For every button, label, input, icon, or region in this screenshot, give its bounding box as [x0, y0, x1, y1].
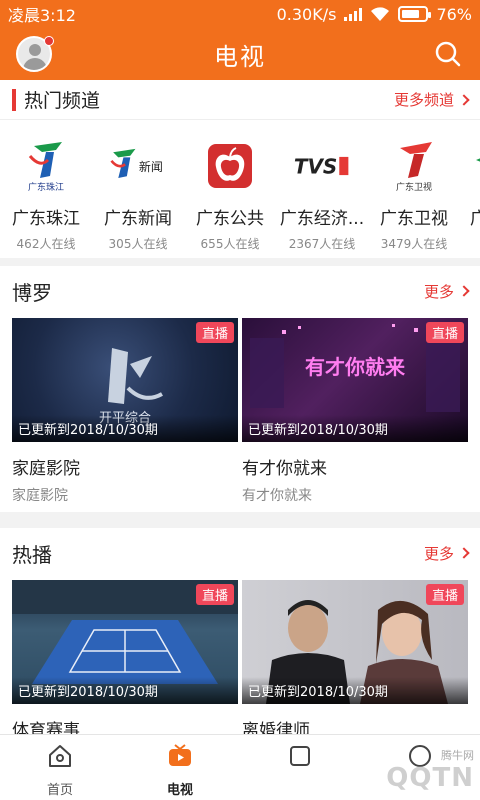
channel-name: 广东经济... — [279, 209, 365, 229]
update-label: 已更新到2018/10/30期 — [242, 415, 468, 442]
channel-item-news[interactable]: 新闻 广东新闻 305人在线 — [92, 132, 184, 252]
card-family-cinema[interactable]: 开平综合 直播 已更新到2018/10/30期 家庭影院 家庭影院 — [12, 318, 238, 505]
channel-viewers: 655人在线 — [200, 237, 260, 251]
thumbnail: 直播 已更新到2018/10/30期 — [242, 580, 468, 704]
channel-viewers: 2367人在线 — [288, 237, 356, 251]
nav-home-label: 首页 — [46, 783, 73, 798]
tvs-logo-text: TVS — [294, 154, 338, 178]
app-bar: 电视 — [0, 28, 480, 80]
bottom-nav: 首页 电视 腾牛网 QQTN — [0, 734, 480, 800]
section-marker — [12, 88, 16, 111]
channel-viewers: 462人在线 — [16, 237, 76, 251]
news-logo-text: 新闻 — [139, 159, 163, 174]
card-subtitle: 有才你就来 — [242, 488, 312, 504]
more-channels-label: 更多频道 — [393, 91, 454, 109]
channel-name: 广东公共 — [196, 209, 264, 229]
network-speed: 0.30K/s — [276, 4, 337, 24]
card-divorce-lawyer[interactable]: 直播 已更新到2018/10/30期 离婚律师 — [242, 580, 468, 741]
channel-name: 广东珠江 — [12, 209, 80, 229]
notification-dot — [44, 36, 54, 46]
hot-channels-header: 热门频道 更多频道 — [0, 80, 480, 120]
wifi-icon — [371, 7, 390, 21]
apple-logo — [200, 138, 260, 194]
hot-play-section: 热播 更多 直播 已更新到2018/10/30期 体育赛事 直播 已更新到201… — [0, 528, 480, 741]
hot-channels-section: 热门频道 更多频道 广东珠江 广东珠江 462人在线 新闻 广东新闻 305人在… — [0, 80, 480, 258]
tvs-logo: TVS — [292, 138, 352, 194]
live-badge: 直播 — [425, 584, 464, 605]
live-badge: 直播 — [195, 322, 234, 343]
hot-channels-title: 热门频道 — [24, 90, 101, 112]
thumbnail: 开平综合 直播 已更新到2018/10/30期 — [12, 318, 238, 442]
chevron-right-icon — [458, 285, 470, 297]
status-right: 0.30K/s 76% — [277, 5, 472, 24]
nav-home[interactable]: 首页 — [0, 743, 120, 798]
nav-tv[interactable]: 电视 — [120, 743, 240, 798]
battery-icon — [398, 6, 432, 22]
nav-item-3[interactable] — [240, 743, 360, 773]
partial-logo — [470, 138, 480, 194]
hot-play-more-link[interactable]: 更多 — [423, 543, 470, 564]
tv-icon — [169, 744, 191, 766]
home-icon — [49, 745, 71, 767]
boluo-title: 博罗 — [12, 280, 52, 305]
channel-item-economy[interactable]: TVS 广东经济... 2367人在线 — [276, 132, 368, 252]
update-label: 已更新到2018/10/30期 — [12, 677, 238, 704]
channel-name: 广 — [470, 209, 480, 229]
channel-item-public[interactable]: 广东公共 655人在线 — [184, 132, 276, 252]
nav-tv-label: 电视 — [166, 783, 193, 798]
satellite-logo-text: 广东卫视 — [396, 181, 432, 193]
status-bar: 凌晨3:12 0.30K/s 76% — [0, 0, 480, 28]
watermark-text: QQTN — [386, 763, 474, 793]
zhujiang-logo-text: 广东珠江 — [28, 181, 64, 193]
channel-item-partial[interactable]: 广 — [470, 132, 480, 229]
channel-item-zhujiang[interactable]: 广东珠江 广东珠江 462人在线 — [0, 132, 92, 252]
boluo-more-link[interactable]: 更多 — [423, 281, 470, 302]
channel-item-satellite[interactable]: 广东卫视 广东卫视 3479人在线 — [368, 132, 460, 252]
hot-play-more-label: 更多 — [423, 544, 454, 563]
zhujiang-logo: 广东珠江 — [16, 138, 76, 194]
card-title: 有才你就来 — [242, 459, 327, 479]
live-badge: 直播 — [425, 322, 464, 343]
thumbnail: 直播 已更新到2018/10/30期 — [12, 580, 238, 704]
boluo-more-label: 更多 — [423, 282, 454, 301]
thumbnail: 有才你就来 直播 已更新到2018/10/30期 — [242, 318, 468, 442]
boluo-header: 博罗 更多 — [0, 266, 480, 316]
grid-icon — [290, 746, 310, 766]
chevron-right-icon — [458, 547, 470, 559]
channel-list: 广东珠江 广东珠江 462人在线 新闻 广东新闻 305人在线 广东公共 655… — [0, 132, 480, 252]
boluo-section: 博罗 更多 开平综合 直播 已更新到2018/10/30期 家庭影院 家庭影院 — [0, 266, 480, 512]
satellite-logo: 广东卫视 — [384, 138, 444, 194]
hot-play-title: 热播 — [12, 542, 52, 567]
channel-name: 广东卫视 — [380, 209, 448, 229]
update-label: 已更新到2018/10/30期 — [12, 415, 238, 442]
channel-viewers: 3479人在线 — [380, 237, 448, 251]
update-label: 已更新到2018/10/30期 — [242, 677, 468, 704]
channel-viewers: 305人在线 — [108, 237, 168, 251]
thumbnail-caption: 有才你就来 — [305, 355, 406, 379]
search-icon[interactable] — [434, 40, 462, 68]
channel-name: 广东新闻 — [104, 209, 172, 229]
card-title: 家庭影院 — [12, 459, 80, 479]
page-title: 电视 — [214, 42, 266, 71]
status-time: 凌晨3:12 — [8, 6, 76, 25]
signal-icon — [344, 7, 363, 21]
card-talent-show[interactable]: 有才你就来 直播 已更新到2018/10/30期 有才你就来 有才你就来 — [242, 318, 468, 505]
more-channels-link[interactable]: 更多频道 — [393, 89, 470, 110]
watermark-sub: 腾牛网 — [441, 749, 474, 762]
battery-percent: 76% — [436, 4, 472, 24]
hot-play-header: 热播 更多 — [0, 528, 480, 578]
news-logo: 新闻 — [108, 138, 168, 194]
chevron-right-icon — [458, 93, 470, 106]
watermark: 腾牛网 QQTN — [386, 747, 474, 793]
card-sports[interactable]: 直播 已更新到2018/10/30期 体育赛事 — [12, 580, 238, 741]
live-badge: 直播 — [195, 584, 234, 605]
card-subtitle: 家庭影院 — [12, 488, 68, 504]
